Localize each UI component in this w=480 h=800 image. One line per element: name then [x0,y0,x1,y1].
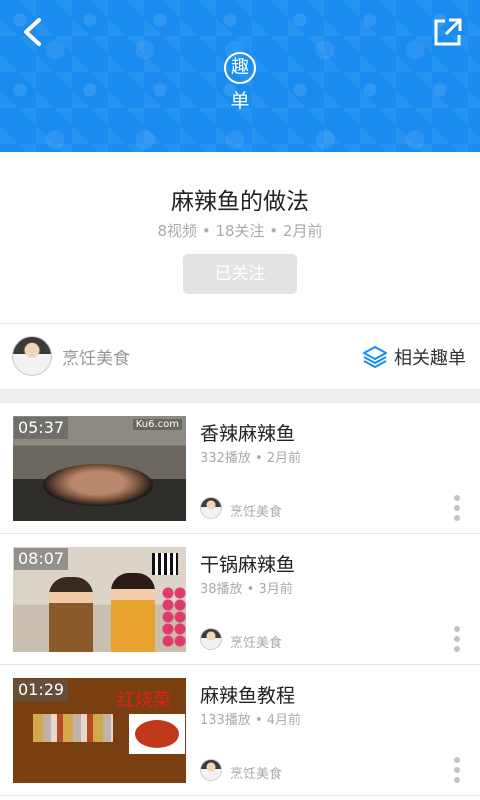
video-thumbnail[interactable]: Ku6.com 05:37 [13,416,186,521]
video-meta: 38播放 • 3月前 [200,582,293,597]
dish-image [129,714,185,754]
wok-image [43,464,153,506]
host-figure [49,577,93,652]
video-list: Ku6.com 05:37 香辣麻辣鱼 332播放 • 2月前 烹饪美食 08:… [0,403,480,796]
video-author-name[interactable]: 烹饪美食 [230,632,282,651]
video-author-avatar[interactable] [200,628,222,650]
author-name[interactable]: 烹饪美食 [62,344,130,369]
related-playlists-label: 相关趣单 [394,348,466,369]
back-button[interactable] [14,12,54,52]
playlist-meta: 8视频 • 18关注 • 2月前 [157,222,323,240]
qr-code-image [152,553,178,575]
qu-badge-label: 单 [230,90,250,112]
video-list-item[interactable]: Ku6.com 05:37 香辣麻辣鱼 332播放 • 2月前 烹饪美食 [0,403,480,534]
follow-button[interactable]: 已关注 [183,254,297,294]
related-playlists-button[interactable]: 相关趣单 [362,342,466,372]
more-options-icon[interactable] [452,757,462,783]
video-meta: 332播放 • 2月前 [200,451,302,466]
section-divider [0,389,480,403]
playlist-title: 麻辣鱼的做法 [171,189,309,215]
flower-decoration [162,587,186,647]
video-author-avatar[interactable] [200,497,222,519]
share-button[interactable] [428,12,468,52]
video-list-item[interactable]: 08:07 干锅麻辣鱼 38播放 • 3月前 烹饪美食 [0,534,480,665]
more-dot [454,626,460,632]
more-dot [454,495,460,501]
video-author-avatar[interactable] [200,759,222,781]
video-thumbnail[interactable]: 红烧菜 01:29 [13,678,186,783]
more-dot [454,636,460,642]
video-title[interactable]: 干锅麻辣鱼 [200,550,295,577]
video-duration: 08:07 [14,548,69,570]
more-dot [454,777,460,783]
video-author-name[interactable]: 烹饪美食 [230,763,282,782]
qu-badge-icon: 趣 [224,52,256,84]
video-duration: 01:29 [14,679,69,701]
more-dot [454,757,460,763]
playlist-info: 麻辣鱼的做法 8视频 • 18关注 • 2月前 已关注 [0,152,480,322]
header-banner: 趣 单 [0,0,480,152]
more-dot [454,767,460,773]
ingredients-image [33,714,113,742]
more-options-icon[interactable] [452,495,462,521]
external-link-icon [434,18,462,46]
video-thumbnail[interactable]: 08:07 [13,547,186,652]
video-list-item[interactable]: 红烧菜 01:29 麻辣鱼教程 133播放 • 4月前 烹饪美食 [0,665,480,796]
video-duration: 05:37 [14,417,69,439]
chevron-left-icon [24,18,41,46]
thumbnail-calligraphy: 红烧菜 [117,690,171,711]
author-avatar[interactable] [12,336,52,376]
more-options-icon[interactable] [452,626,462,652]
video-author-name[interactable]: 烹饪美食 [230,501,282,520]
author-bar: 烹饪美食 相关趣单 [0,323,480,389]
host-figure [111,573,155,652]
video-title[interactable]: 麻辣鱼教程 [200,681,295,708]
video-title[interactable]: 香辣麻辣鱼 [200,419,295,446]
more-dot [454,646,460,652]
more-dot [454,515,460,521]
thumbnail-watermark: Ku6.com [132,419,182,430]
video-meta: 133播放 • 4月前 [200,713,302,728]
layers-icon [363,346,387,368]
more-dot [454,505,460,511]
